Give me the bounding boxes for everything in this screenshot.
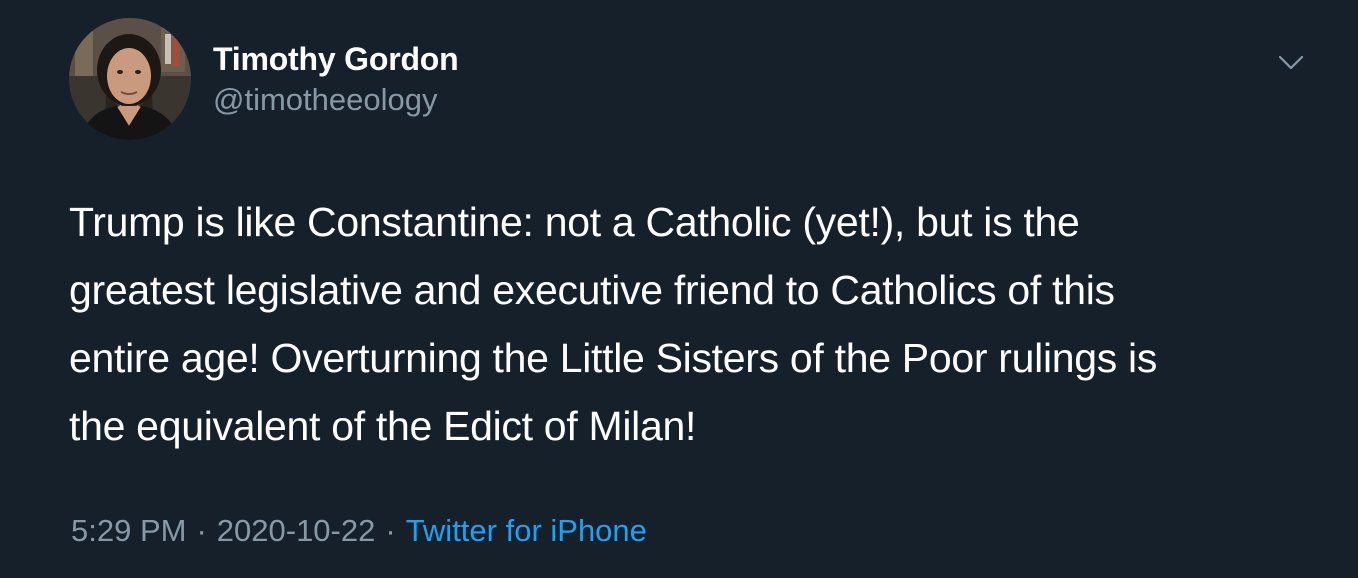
meta-separator: · [196, 513, 207, 548]
author-handle[interactable]: @timotheeology [213, 80, 458, 120]
author-info: Timothy Gordon @timotheeology [213, 38, 459, 120]
tweet-source-link[interactable]: Twitter for iPhone [406, 513, 647, 548]
author-display-name[interactable]: Timothy Gordon [213, 38, 459, 80]
tweet-meta: 5:29 PM · 2020-10-22 · Twitter for iPhone [71, 509, 647, 553]
tweet-card: Timothy Gordon @timotheeology Trump is l… [0, 0, 1358, 578]
tweet-text: Trump is like Constantine: not a Catholi… [69, 199, 1158, 449]
tweet-time[interactable]: 5:29 PM [71, 513, 186, 548]
tweet-date[interactable]: 2020-10-22 [217, 513, 376, 548]
avatar-image [69, 18, 191, 140]
chevron-down-icon[interactable] [1276, 48, 1306, 78]
meta-separator: · [385, 513, 396, 548]
avatar[interactable] [69, 18, 191, 140]
